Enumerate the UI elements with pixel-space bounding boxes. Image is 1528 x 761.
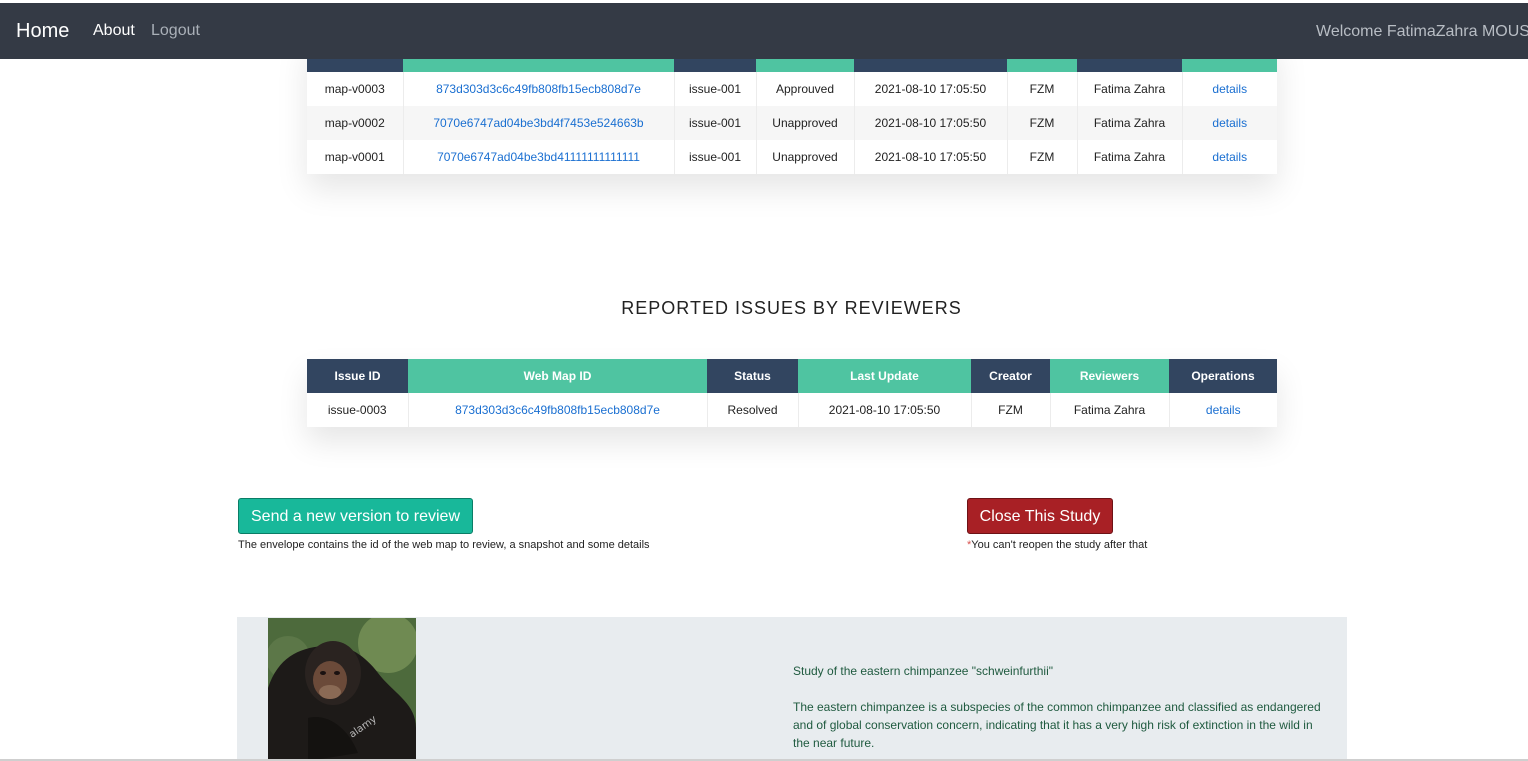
version-cell: map-v0003 <box>324 82 385 96</box>
nav-logout-link[interactable]: Logout <box>151 22 200 40</box>
close-study-warning: *You can't reopen the study after that <box>967 539 1147 551</box>
header-issue-id: Issue ID <box>307 359 408 393</box>
header-creator: Creator <box>971 359 1050 393</box>
details-link[interactable]: details <box>1168 393 1277 427</box>
study-info-panel: alamy Study of the eastern chimpanzee "s… <box>237 617 1347 761</box>
date-cell: 2021-08-10 17:05:50 <box>853 72 1007 106</box>
reviewer-cell: Fatima Zahra <box>1076 72 1182 106</box>
details-link[interactable]: details <box>1181 72 1277 106</box>
header-reviewers: Reviewers <box>1050 359 1169 393</box>
details-link[interactable]: details <box>1181 106 1277 140</box>
date-cell: 2021-08-10 17:05:50 <box>853 140 1007 174</box>
header-operations: Operations <box>1169 359 1277 393</box>
version-cell: map-v0002 <box>307 106 403 140</box>
issue-cell: issue-001 <box>673 106 756 140</box>
issue-id-cell: issue-0003 <box>327 403 387 417</box>
header-web-map-id: Web Map ID <box>408 359 707 393</box>
creator-cell: FZM <box>970 393 1050 427</box>
reviewers-cell: Fatima Zahra <box>1049 393 1169 427</box>
last-update-cell: 2021-08-10 17:05:50 <box>797 393 971 427</box>
details-link[interactable]: details <box>1181 140 1277 174</box>
table-row: map-v0003 873d303d3c6c49fb808fb15ecb808d… <box>307 72 1277 106</box>
date-cell: 2021-08-10 17:05:50 <box>853 106 1007 140</box>
nav-about-link[interactable]: About <box>93 22 135 40</box>
web-map-id-link[interactable]: 7070e6747ad04be3bd4f7453e524663b <box>402 106 674 140</box>
creator-cell: FZM <box>1006 72 1077 106</box>
table-row: map-v0001 7070e6747ad04be3bd411111111111… <box>307 140 1277 174</box>
reviewer-cell: Fatima Zahra <box>1076 106 1182 140</box>
study-description: The eastern chimpanzee is a subspecies o… <box>793 700 1321 750</box>
status-cell: Unapproved <box>755 140 854 174</box>
header-status: Status <box>707 359 798 393</box>
table-row: issue-0003 873d303d3c6c49fb808fb15ecb808… <box>307 393 1277 427</box>
nav-home-link[interactable]: Home <box>16 20 69 43</box>
web-map-id-link[interactable]: 7070e6747ad04be3bd41111111111111 <box>402 140 674 174</box>
top-navbar: Home About Logout Welcome FatimaZahra MO… <box>0 3 1528 59</box>
reviewer-cell: Fatima Zahra <box>1076 140 1182 174</box>
welcome-user-text: Welcome FatimaZahra MOUS <box>1316 23 1528 40</box>
section-title-reported-issues: REPORTED ISSUES BY REVIEWERS <box>621 298 962 318</box>
chimpanzee-image: alamy <box>268 618 416 761</box>
send-version-note: The envelope contains the id of the web … <box>238 539 650 551</box>
table-row: map-v0002 7070e6747ad04be3bd4f7453e52466… <box>307 106 1277 140</box>
issues-table: Issue ID Web Map ID Status Last Update C… <box>307 359 1277 427</box>
status-cell: Resolved <box>706 393 798 427</box>
header-last-update: Last Update <box>798 359 971 393</box>
send-new-version-button[interactable]: Send a new version to review <box>238 498 473 534</box>
creator-cell: FZM <box>1006 140 1077 174</box>
study-title: Study of the eastern chimpanzee "schwein… <box>793 664 1053 678</box>
issue-cell: issue-001 <box>673 140 756 174</box>
web-map-id-link[interactable]: 873d303d3c6c49fb808fb15ecb808d7e <box>407 393 707 427</box>
web-map-id-link[interactable]: 873d303d3c6c49fb808fb15ecb808d7e <box>402 72 674 106</box>
status-cell: Approuved <box>755 72 854 106</box>
close-study-note-text: You can't reopen the study after that <box>971 539 1148 551</box>
creator-cell: FZM <box>1006 106 1077 140</box>
version-cell: map-v0001 <box>324 150 385 164</box>
status-cell: Unapproved <box>755 106 854 140</box>
issue-cell: issue-001 <box>673 72 756 106</box>
close-study-button[interactable]: Close This Study <box>967 498 1113 534</box>
